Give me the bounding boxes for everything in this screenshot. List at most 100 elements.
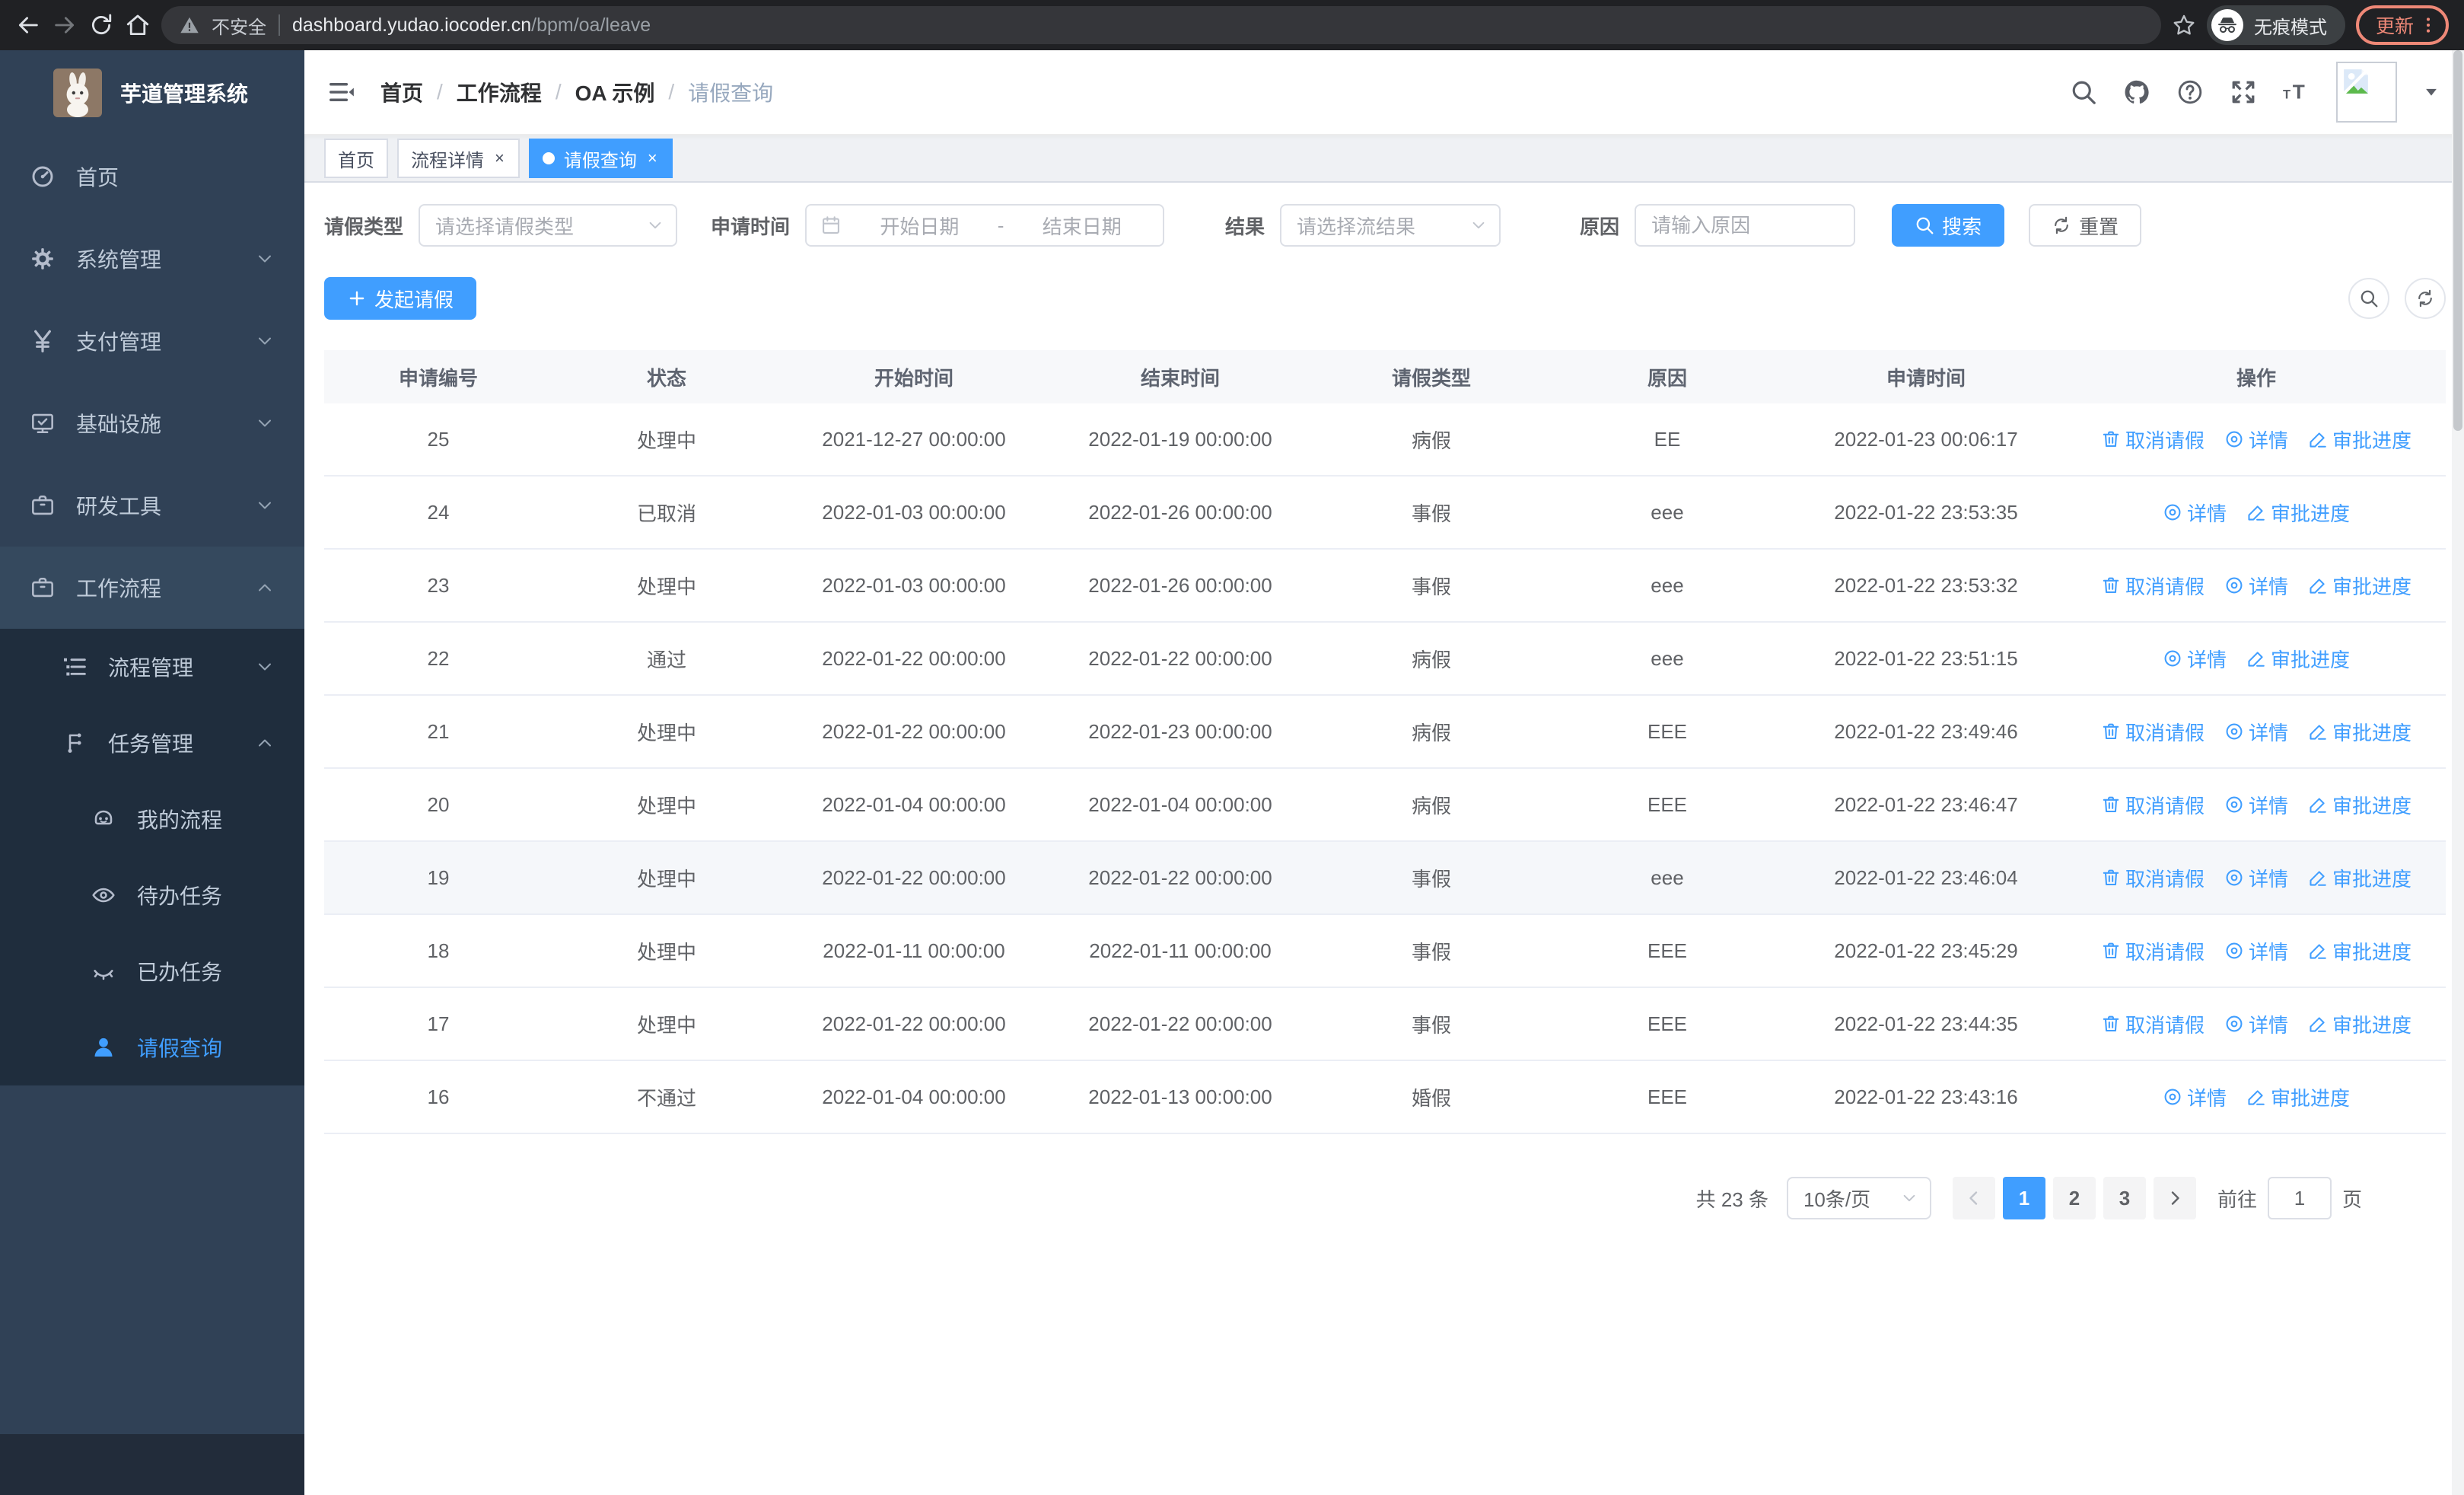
home-icon[interactable] bbox=[125, 12, 151, 38]
column-header-1: 状态 bbox=[646, 366, 686, 390]
approval-progress-link[interactable]: 审批进度 bbox=[2308, 1010, 2411, 1038]
sidebar-collapse-bar[interactable] bbox=[0, 1434, 304, 1495]
detail-link[interactable]: 详情 bbox=[2163, 1083, 2227, 1111]
toggle-search-button[interactable] bbox=[2348, 278, 2389, 319]
sidebar-item-label: 基础设施 bbox=[76, 413, 162, 436]
trash-icon bbox=[2101, 795, 2121, 814]
cancel-leave-link[interactable]: 取消请假 bbox=[2101, 1010, 2205, 1038]
approval-progress-link[interactable]: 审批进度 bbox=[2308, 572, 2411, 600]
sidebar-item-4[interactable]: 研发工具 bbox=[0, 464, 304, 547]
back-icon[interactable] bbox=[15, 12, 41, 38]
detail-link[interactable]: 详情 bbox=[2163, 645, 2227, 673]
sidebar-item-7[interactable]: 任务管理 bbox=[0, 705, 304, 781]
page-button-1[interactable]: 1 bbox=[2002, 1177, 2045, 1219]
sidebar-item-8[interactable]: 我的流程 bbox=[0, 781, 304, 857]
start-date-placeholder[interactable]: 开始日期 bbox=[852, 212, 987, 240]
tab-close-icon[interactable]: × bbox=[493, 148, 506, 168]
detail-link[interactable]: 详情 bbox=[2224, 937, 2288, 965]
tab-2[interactable]: 请假查询 × bbox=[528, 139, 673, 178]
help-icon[interactable] bbox=[2176, 78, 2204, 106]
browser-update-button[interactable]: 更新 bbox=[2355, 5, 2449, 45]
reset-button[interactable]: 重置 bbox=[2029, 204, 2142, 247]
tab-0[interactable]: 首页 bbox=[324, 139, 388, 178]
page-size-select[interactable]: 10条/页 bbox=[1786, 1177, 1931, 1219]
sidebar-item-0[interactable]: 首页 bbox=[0, 135, 304, 218]
apply-time-range-picker[interactable]: 开始日期 - 结束日期 bbox=[805, 204, 1165, 247]
detail-link[interactable]: 详情 bbox=[2224, 718, 2288, 746]
edit-icon bbox=[2308, 868, 2328, 888]
page-button-3[interactable]: 3 bbox=[2103, 1177, 2146, 1219]
user-avatar[interactable] bbox=[2336, 62, 2397, 123]
sidebar-item-5[interactable]: 工作流程 bbox=[0, 547, 304, 629]
sidebar-item-10[interactable]: 已办任务 bbox=[0, 933, 304, 1009]
browser-menu-icon[interactable] bbox=[2418, 15, 2438, 35]
forward-icon[interactable] bbox=[52, 12, 78, 38]
cell-leave-type: 病假 bbox=[1411, 648, 1451, 671]
cell-id: 19 bbox=[427, 865, 450, 889]
cancel-leave-link[interactable]: 取消请假 bbox=[2101, 864, 2205, 892]
cancel-leave-link[interactable]: 取消请假 bbox=[2101, 937, 2205, 965]
approval-progress-link[interactable]: 审批进度 bbox=[2246, 645, 2350, 673]
approval-progress-link[interactable]: 审批进度 bbox=[2308, 937, 2411, 965]
create-leave-button[interactable]: 发起请假 bbox=[324, 277, 477, 320]
window-scrollbar[interactable] bbox=[2452, 50, 2464, 1495]
sidebar-item-11[interactable]: 请假查询 bbox=[0, 1009, 304, 1085]
approval-progress-link[interactable]: 审批进度 bbox=[2308, 426, 2411, 454]
approval-progress-link[interactable]: 审批进度 bbox=[2308, 864, 2411, 892]
address-bar[interactable]: 不安全 dashboard.yudao.iocoder.cn/bpm/oa/le… bbox=[161, 6, 2161, 44]
sidebar-item-label: 首页 bbox=[76, 166, 119, 190]
end-date-placeholder[interactable]: 结束日期 bbox=[1014, 212, 1149, 240]
cell-reason: EEE bbox=[1647, 719, 1688, 743]
jumper-input[interactable] bbox=[2267, 1177, 2332, 1219]
next-page-button[interactable] bbox=[2153, 1177, 2196, 1219]
breadcrumb-item-0[interactable]: 首页 bbox=[380, 77, 423, 107]
reason-input[interactable] bbox=[1651, 213, 1839, 237]
cell-start-time: 2022-01-04 00:00:00 bbox=[822, 1085, 1006, 1108]
tab-close-icon[interactable]: × bbox=[646, 148, 659, 168]
avatar-caret-icon[interactable] bbox=[2423, 84, 2440, 100]
app-logo-row[interactable]: 芋道管理系统 bbox=[0, 50, 304, 135]
prev-page-button[interactable] bbox=[1952, 1177, 1995, 1219]
sidebar-item-label: 请假查询 bbox=[137, 1037, 223, 1060]
font-size-icon[interactable] bbox=[2283, 78, 2310, 106]
detail-link[interactable]: 详情 bbox=[2224, 1010, 2288, 1038]
cancel-leave-link[interactable]: 取消请假 bbox=[2101, 791, 2205, 819]
search-icon[interactable] bbox=[2070, 78, 2097, 106]
cancel-leave-link[interactable]: 取消请假 bbox=[2101, 718, 2205, 746]
scrollbar-thumb[interactable] bbox=[2453, 50, 2462, 431]
refresh-table-button[interactable] bbox=[2405, 278, 2446, 319]
approval-progress-link[interactable]: 审批进度 bbox=[2246, 499, 2350, 527]
breadcrumb-item-1[interactable]: 工作流程 bbox=[457, 77, 542, 107]
detail-link[interactable]: 详情 bbox=[2224, 864, 2288, 892]
bookmark-star-icon[interactable] bbox=[2172, 13, 2196, 37]
approval-progress-link[interactable]: 审批进度 bbox=[2246, 1083, 2350, 1111]
sidebar-toggle-icon[interactable] bbox=[327, 78, 356, 107]
reload-icon[interactable] bbox=[88, 12, 114, 38]
leave-type-select[interactable]: 请选择请假类型 bbox=[419, 204, 678, 247]
cancel-leave-link[interactable]: 取消请假 bbox=[2101, 426, 2205, 454]
cell-end-time: 2022-01-13 00:00:00 bbox=[1088, 1085, 1272, 1108]
detail-link[interactable]: 详情 bbox=[2224, 572, 2288, 600]
tab-1[interactable]: 流程详情 × bbox=[397, 139, 520, 178]
sidebar-item-9[interactable]: 待办任务 bbox=[0, 857, 304, 933]
gear-icon bbox=[30, 247, 55, 271]
approval-progress-link[interactable]: 审批进度 bbox=[2308, 718, 2411, 746]
table-row-16: 16 不通过 2022-01-04 00:00:00 2022-01-13 00:00… bbox=[324, 1061, 2446, 1134]
sidebar-item-1[interactable]: 系统管理 bbox=[0, 218, 304, 300]
not-secure-icon[interactable] bbox=[180, 15, 199, 35]
breadcrumb-item-2[interactable]: OA 示例 bbox=[575, 77, 655, 107]
detail-link[interactable]: 详情 bbox=[2163, 499, 2227, 527]
approval-progress-link[interactable]: 审批进度 bbox=[2308, 791, 2411, 819]
detail-link[interactable]: 详情 bbox=[2224, 426, 2288, 454]
detail-link[interactable]: 详情 bbox=[2224, 791, 2288, 819]
result-select[interactable]: 请选择流结果 bbox=[1280, 204, 1501, 247]
cancel-leave-link[interactable]: 取消请假 bbox=[2101, 572, 2205, 600]
github-icon[interactable] bbox=[2123, 78, 2150, 106]
fullscreen-icon[interactable] bbox=[2230, 78, 2257, 106]
cell-end-time: 2022-01-26 00:00:00 bbox=[1088, 500, 1272, 524]
sidebar-item-3[interactable]: 基础设施 bbox=[0, 382, 304, 464]
page-button-2[interactable]: 2 bbox=[2052, 1177, 2096, 1219]
sidebar-item-6[interactable]: 流程管理 bbox=[0, 629, 304, 705]
search-button[interactable]: 搜索 bbox=[1892, 204, 2005, 247]
sidebar-item-2[interactable]: 支付管理 bbox=[0, 300, 304, 382]
